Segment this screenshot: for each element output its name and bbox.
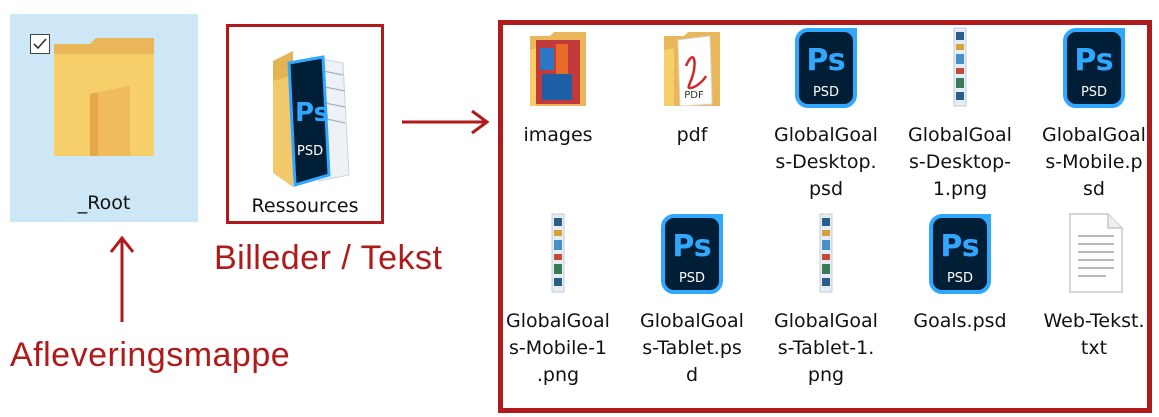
- file-label: GlobalGoal s-Desktop- 1.png: [908, 124, 1012, 200]
- svg-text:Ps: Ps: [295, 98, 329, 128]
- file-label: GlobalGoal s-Tablet.ps d: [640, 310, 744, 386]
- right-arrow-icon: [402, 109, 490, 135]
- delivery-folder-caption: Afleveringsmappe: [10, 336, 291, 374]
- file-item[interactable]: PDF pdf: [634, 26, 750, 146]
- root-folder-tile[interactable]: _Root: [10, 14, 198, 222]
- svg-text:Ps: Ps: [672, 229, 711, 264]
- file-label: GlobalGoal s-Tablet-1. png: [774, 310, 878, 386]
- svg-text:PSD: PSD: [679, 271, 705, 286]
- photoshop-file-icon: Ps PSD: [902, 212, 1018, 294]
- file-item[interactable]: Ps PSD GlobalGoal s-Tablet.ps d: [634, 212, 750, 386]
- file-item[interactable]: GlobalGoal s-Mobile-1 .png: [500, 212, 616, 386]
- file-item[interactable]: Ps PSD Goals.psd: [902, 212, 1018, 332]
- image-file-icon: [500, 212, 616, 294]
- resources-folder-icon: Ps PSD: [273, 51, 350, 187]
- photoshop-file-icon: Ps PSD: [634, 212, 750, 294]
- photoshop-file-icon: Ps PSD: [768, 26, 884, 108]
- file-label: images: [523, 124, 593, 146]
- svg-text:PSD: PSD: [1081, 85, 1107, 100]
- svg-text:PSD: PSD: [813, 85, 839, 100]
- file-item[interactable]: GlobalGoal s-Desktop- 1.png: [902, 26, 1018, 200]
- file-label: Goals.psd: [913, 310, 1007, 332]
- svg-text:Ps: Ps: [940, 229, 979, 264]
- file-label: GlobalGoal s-Mobile.p sd: [1042, 124, 1146, 200]
- selection-checkbox[interactable]: [30, 34, 50, 54]
- file-label: GlobalGoal s-Mobile-1 .png: [506, 310, 610, 386]
- file-item[interactable]: Ps PSD GlobalGoal s-Desktop. psd: [768, 26, 884, 200]
- svg-text:PSD: PSD: [947, 271, 973, 286]
- file-label: Web-Tekst. txt: [1043, 310, 1145, 359]
- folder-pdf-icon: PDF: [634, 26, 750, 108]
- svg-text:PDF: PDF: [684, 90, 704, 101]
- svg-text:PSD: PSD: [297, 144, 323, 159]
- file-item[interactable]: GlobalGoal s-Tablet-1. png: [768, 212, 884, 386]
- photoshop-file-icon: Ps PSD: [1036, 26, 1152, 108]
- file-item[interactable]: Web-Tekst. txt: [1036, 212, 1152, 359]
- file-label: GlobalGoal s-Desktop. psd: [774, 124, 878, 200]
- file-label: pdf: [676, 124, 708, 146]
- folder-images-icon: [500, 26, 616, 108]
- image-file-icon: [902, 26, 1018, 108]
- folder-icon: [54, 38, 154, 156]
- up-arrow-icon: [109, 235, 135, 322]
- resources-folder-box[interactable]: Ps PSD Ressources: [226, 24, 384, 224]
- file-item[interactable]: images: [500, 26, 616, 146]
- file-item[interactable]: Ps PSD GlobalGoal s-Mobile.p sd: [1036, 26, 1152, 200]
- resources-folder-label: Ressources: [251, 195, 359, 217]
- svg-text:Ps: Ps: [806, 43, 845, 78]
- text-file-icon: [1036, 212, 1152, 294]
- resources-caption: Billeder / Tekst: [214, 239, 443, 277]
- svg-text:Ps: Ps: [1074, 43, 1113, 78]
- image-file-icon: [768, 212, 884, 294]
- root-folder-label: _Root: [77, 192, 131, 214]
